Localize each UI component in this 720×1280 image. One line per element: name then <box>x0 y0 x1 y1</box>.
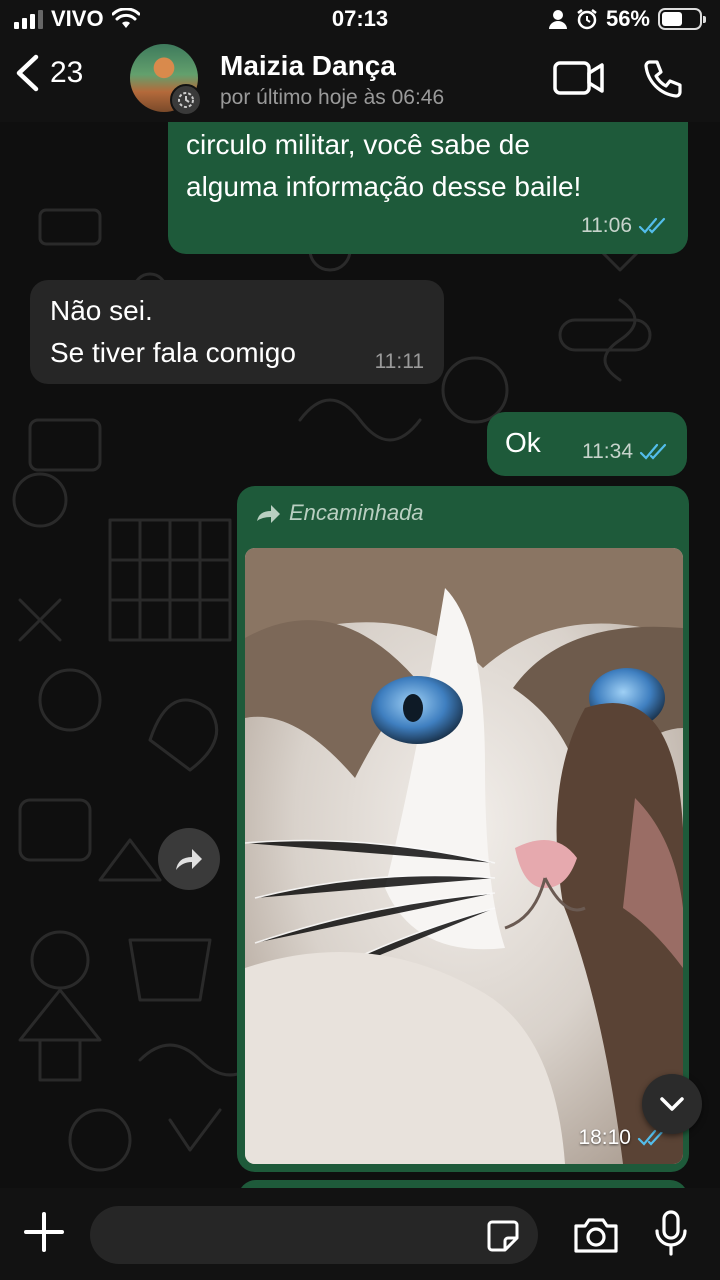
scroll-to-bottom-button[interactable] <box>642 1074 702 1134</box>
status-bar: VIVO 07:13 56% <box>0 0 720 40</box>
share-arrow-icon <box>176 849 202 870</box>
message-bubble-outgoing[interactable]: circulo militar, você sabe de alguma inf… <box>168 108 688 254</box>
microphone-icon <box>655 1210 687 1256</box>
phone-icon <box>644 60 682 98</box>
message-bubble-image[interactable]: Encaminhada 18:10 <box>237 486 689 1172</box>
voice-call-button[interactable] <box>640 58 684 107</box>
message-time: 11:11 <box>374 350 424 373</box>
sticker-icon <box>487 1220 519 1252</box>
input-bar <box>0 1188 720 1280</box>
message-input[interactable] <box>110 1206 470 1264</box>
message-bubble-incoming[interactable]: Não sei. Se tiver fala comigo 11:11 <box>30 280 444 384</box>
video-call-button[interactable] <box>552 58 606 103</box>
battery-percent: 56% <box>605 6 650 31</box>
message-bubble-outgoing[interactable]: Ok 11:34 <box>487 412 687 476</box>
camera-button[interactable] <box>572 1216 620 1259</box>
forward-button[interactable] <box>158 828 220 890</box>
sticker-button[interactable] <box>486 1219 520 1258</box>
message-time: 11:06 <box>581 214 632 237</box>
forward-arrow-icon <box>257 505 280 523</box>
read-ticks-icon <box>638 217 666 234</box>
message-text: Ok <box>505 427 541 458</box>
chevron-down-icon <box>660 1097 684 1111</box>
message-input-field[interactable] <box>90 1206 538 1264</box>
top-bar: VIVO 07:13 56% 23 Maizia Dança por últim… <box>0 0 720 122</box>
cat-photo[interactable]: 18:10 <box>245 548 683 1164</box>
attach-button[interactable] <box>22 1210 66 1259</box>
read-ticks-icon <box>639 443 667 460</box>
last-seen: por último hoje às 06:46 <box>220 86 445 109</box>
chat-header: 23 Maizia Dança por último hoje às 06:46 <box>0 40 720 122</box>
alarm-icon <box>577 9 597 30</box>
message-text: circulo militar, você sabe de alguma inf… <box>186 129 582 202</box>
message-time: 18:10 <box>578 1126 631 1149</box>
forwarded-label: Encaminhada <box>255 500 424 526</box>
unread-count: 23 <box>50 56 84 89</box>
chevron-left-icon <box>16 54 39 92</box>
plus-icon <box>24 1212 64 1252</box>
status-ring-icon <box>170 84 202 116</box>
voice-message-button[interactable] <box>654 1210 688 1261</box>
message-time: 11:34 <box>582 440 633 463</box>
video-call-icon <box>553 61 604 95</box>
battery-icon <box>658 8 706 30</box>
contact-name[interactable]: Maizia Dança <box>220 50 396 82</box>
back-button[interactable]: 23 <box>14 54 83 92</box>
person-icon <box>548 10 567 29</box>
camera-icon <box>574 1218 618 1253</box>
message-text: Não sei. Se tiver fala comigo <box>50 295 296 368</box>
